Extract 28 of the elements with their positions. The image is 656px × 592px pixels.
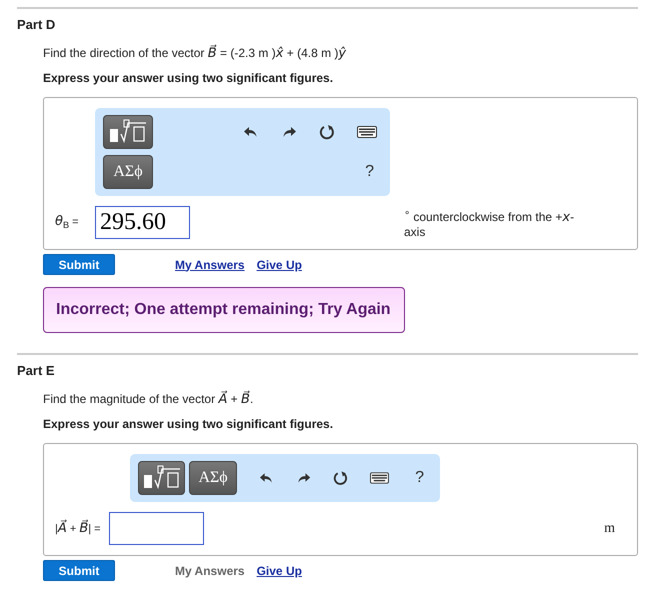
help-button[interactable]: ? — [407, 469, 432, 487]
reset-icon[interactable] — [319, 124, 335, 140]
answer-field[interactable]: 295.60 — [95, 206, 190, 239]
part-title: Part E — [17, 363, 56, 378]
my-answers-link[interactable]: My Answers — [175, 258, 245, 272]
instruction-text: Express your answer using two significant figures. — [43, 71, 334, 85]
part-title: Part D — [17, 17, 56, 32]
submit-button[interactable]: Submit — [43, 560, 115, 581]
keyboard-icon[interactable] — [357, 126, 377, 138]
template-button[interactable] — [138, 461, 186, 495]
template-button[interactable] — [103, 115, 153, 149]
answer-label: θ$_{B}$ = — [55, 214, 80, 231]
unit-label: $^{∘}$ counterclockwise from the +x-axis — [404, 206, 576, 238]
help-button[interactable]: ? — [357, 163, 382, 181]
answer-field[interactable] — [108, 512, 204, 545]
greek-symbols-button[interactable]: ΑΣϕ — [103, 155, 153, 189]
feedback-message: Incorrect; One attempt remaining; Try Again — [43, 287, 405, 333]
give-up-link[interactable]: Give Up — [256, 564, 302, 578]
unit-label: m — [604, 520, 616, 536]
question-text: Find the direction of the vector B⃗ = (-2.3 m )x̂ + (4.8 m )ŷ — [43, 46, 348, 61]
keyboard-icon[interactable] — [370, 472, 390, 484]
submit-button[interactable]: Submit — [43, 254, 115, 275]
instruction-text: Express your answer using two significant figures. — [43, 417, 334, 431]
give-up-link[interactable]: Give Up — [256, 258, 302, 272]
question-text: Find the magnitude of the vector A⃗ + B⃗. — [43, 392, 254, 407]
answer-label: |A⃗ + B⃗| = — [55, 521, 101, 536]
greek-symbols-button[interactable]: ΑΣϕ — [189, 461, 237, 495]
reset-icon[interactable] — [333, 470, 348, 486]
